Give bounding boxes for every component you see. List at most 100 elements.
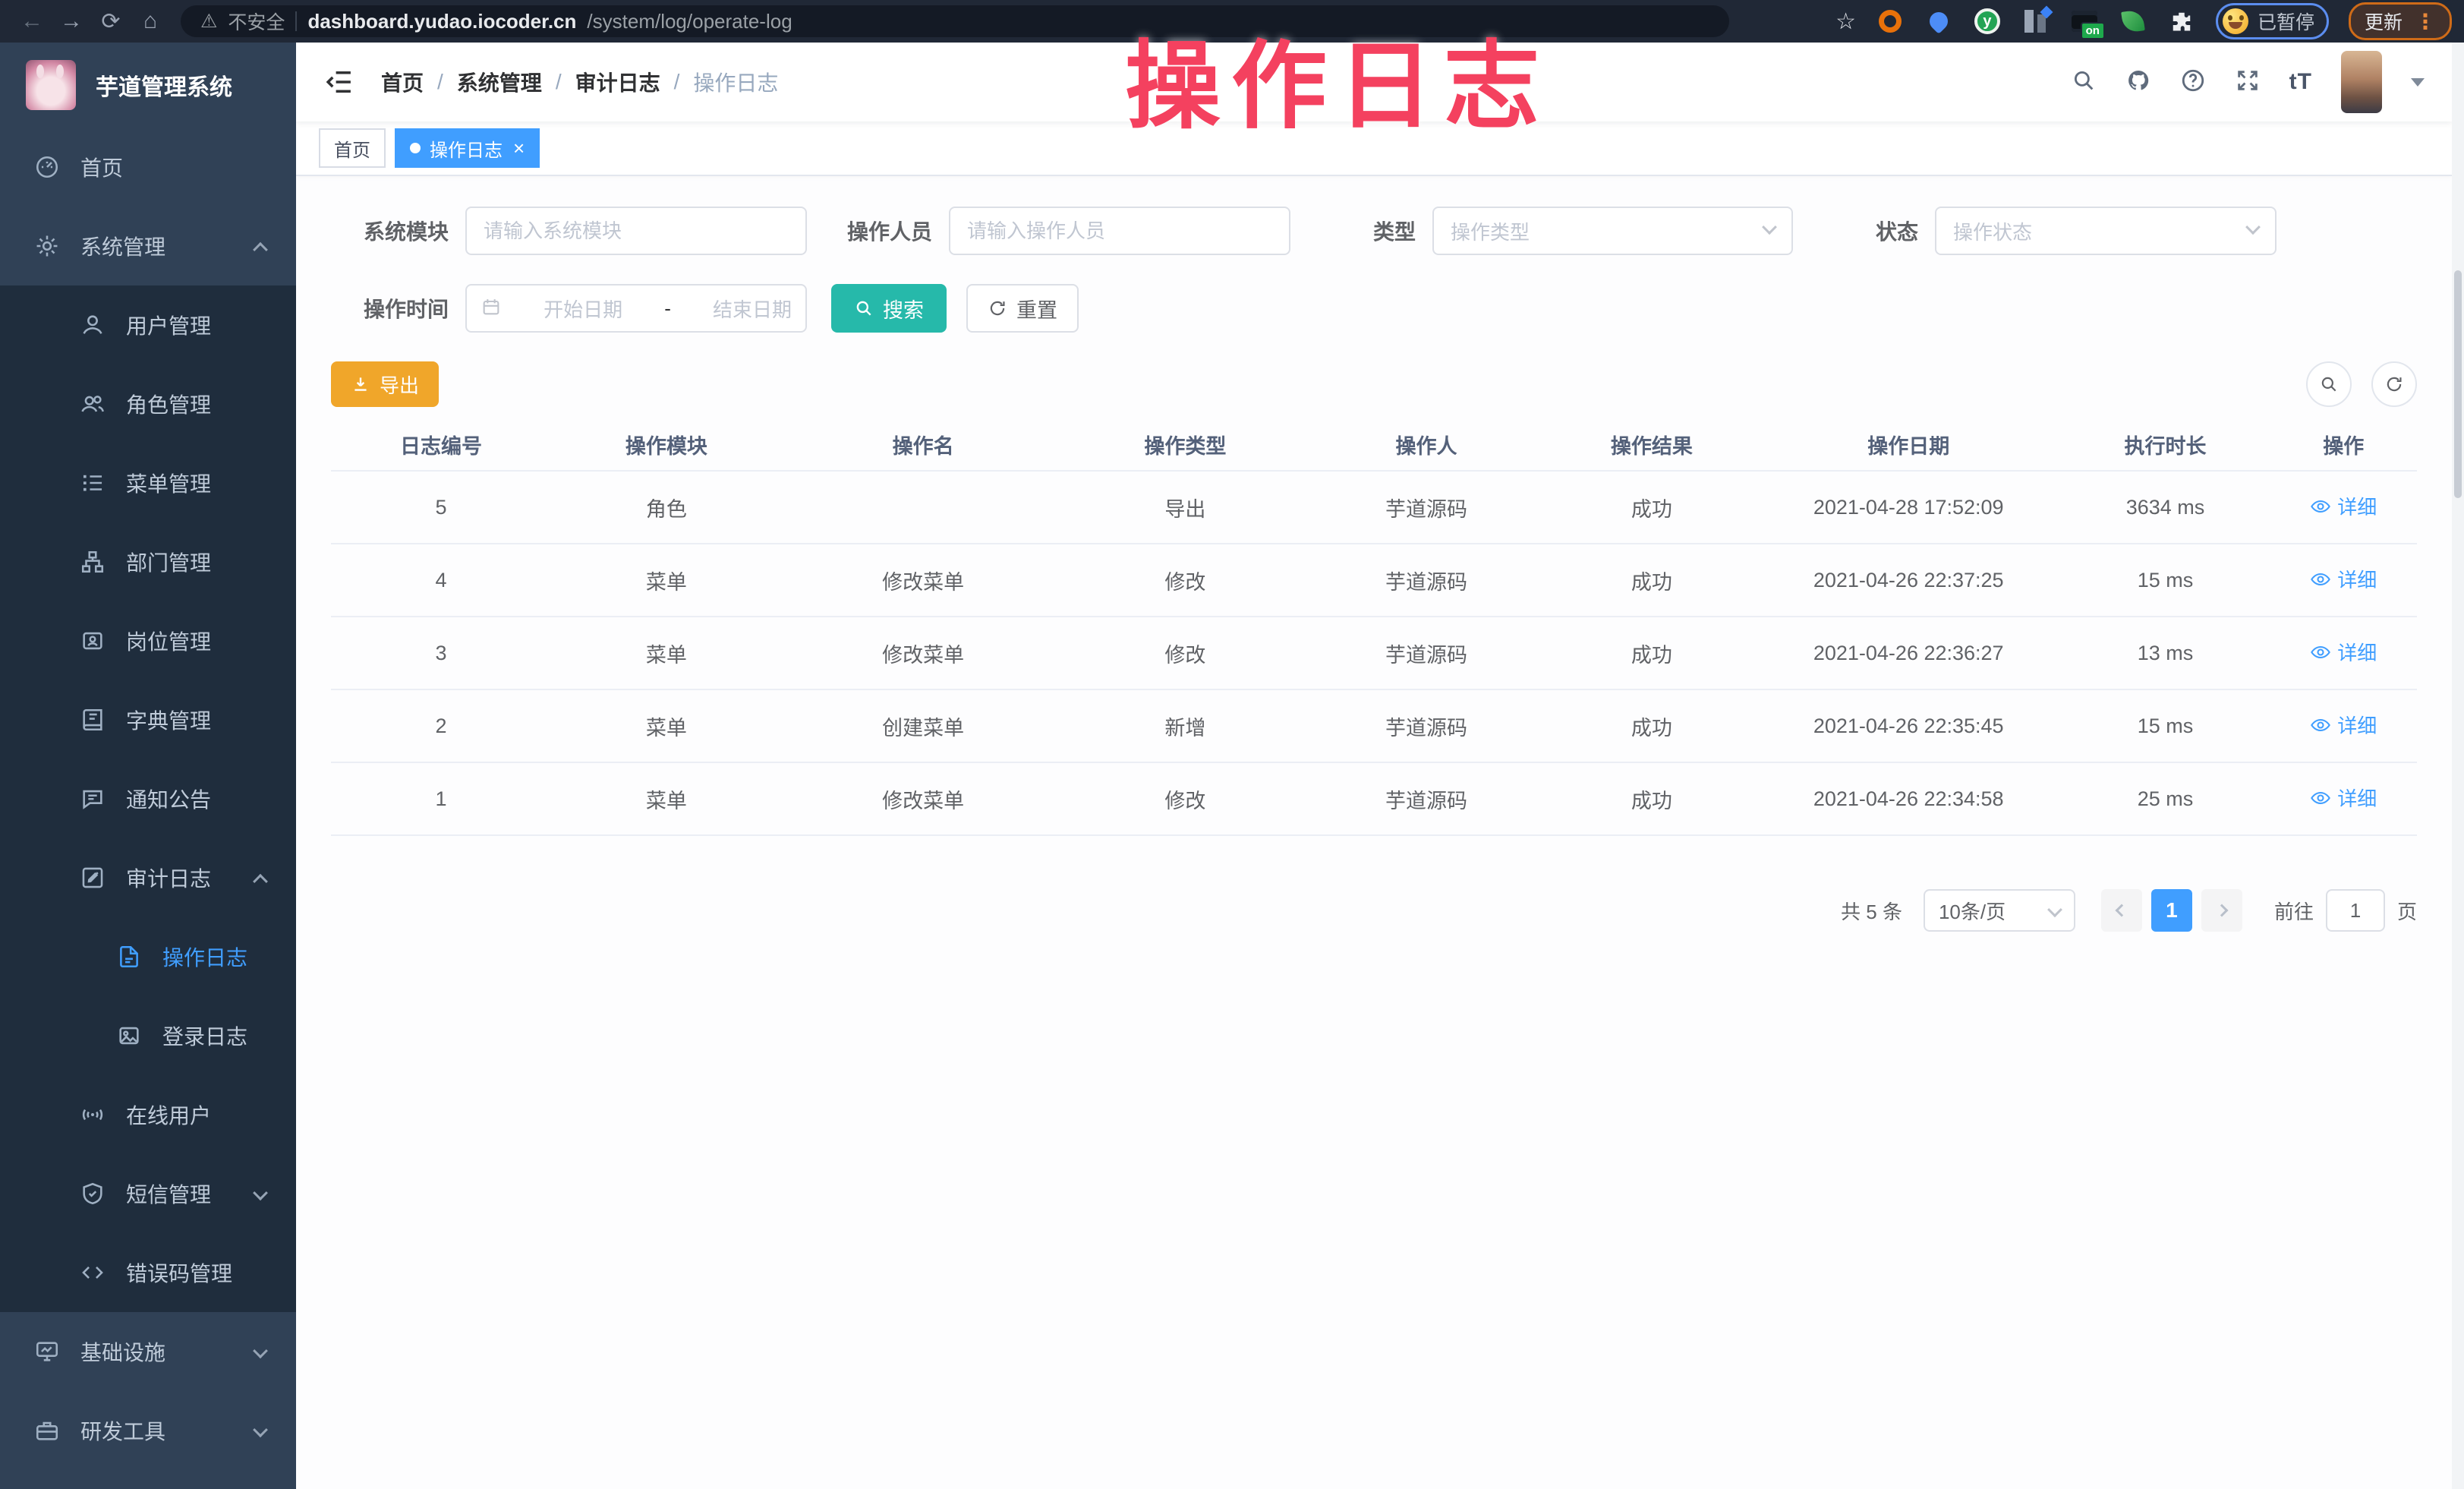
bookmark-star-icon[interactable]: ☆ xyxy=(1835,8,1856,35)
page-size-select[interactable]: 10条/页 xyxy=(1924,889,2075,932)
tag-label: 首页 xyxy=(334,135,370,162)
toolbar-right-buttons xyxy=(2306,361,2417,407)
next-page-button[interactable] xyxy=(2201,889,2242,932)
sidebar-item-notice[interactable]: 通知公告 xyxy=(0,759,296,838)
sidebar-menu: 首页 系统管理 用户管理 角色管理 xyxy=(0,128,296,1470)
browser-home-icon[interactable]: ⌂ xyxy=(131,8,170,34)
sidebar-item-label: 首页 xyxy=(80,152,123,182)
sidebar-item-operate-log[interactable]: 操作日志 xyxy=(0,917,296,996)
app-logo-row[interactable]: 芋道管理系统 xyxy=(0,43,296,128)
prev-page-button[interactable] xyxy=(2101,889,2142,932)
sidebar-item-login-log[interactable]: 登录日志 xyxy=(0,996,296,1075)
tag-label: 操作日志 xyxy=(430,135,503,162)
sidebar-item-system-management[interactable]: 系统管理 xyxy=(0,207,296,285)
chevron-down-icon xyxy=(255,1339,266,1364)
tag-operate-log[interactable]: 操作日志 × xyxy=(395,128,540,168)
sidebar-item-errorcode-management[interactable]: 错误码管理 xyxy=(0,1233,296,1312)
sidebar-item-label: 部门管理 xyxy=(126,547,211,577)
filter-status: 状态 操作状态 xyxy=(1801,207,2277,255)
breadcrumb-separator: / xyxy=(674,70,680,94)
sidebar-item-label: 系统管理 xyxy=(80,231,165,261)
detail-link[interactable]: 详细 xyxy=(2310,492,2377,520)
goto-page-input[interactable] xyxy=(2326,889,2385,932)
chevron-down-icon xyxy=(255,1181,266,1206)
id-card-icon xyxy=(79,627,106,655)
extension-switch-icon[interactable]: on xyxy=(2070,7,2099,36)
page-scrollbar[interactable] xyxy=(2452,43,2464,1489)
export-button[interactable]: 导出 xyxy=(331,361,439,407)
sidebar-item-sms-management[interactable]: 短信管理 xyxy=(0,1154,296,1233)
extension-paused-pill[interactable]: 已暂停 xyxy=(2216,3,2329,39)
close-icon[interactable]: × xyxy=(513,138,525,158)
col-header-duration: 执行时长 xyxy=(2060,419,2270,471)
date-range-picker[interactable]: 开始日期 - 结束日期 xyxy=(465,284,807,333)
breadcrumb-system[interactable]: 系统管理 xyxy=(457,67,542,97)
refresh-button[interactable] xyxy=(2371,361,2417,407)
time-label: 操作时间 xyxy=(331,293,449,323)
breadcrumb-separator: / xyxy=(556,70,562,94)
extension-ring-icon[interactable] xyxy=(1876,7,1905,36)
font-size-icon[interactable]: tT xyxy=(2289,69,2312,95)
breadcrumb-audit-log[interactable]: 审计日志 xyxy=(575,67,660,97)
sidebar-item-label: 错误码管理 xyxy=(126,1257,232,1288)
module-input[interactable] xyxy=(484,219,789,243)
extension-grid-icon[interactable] xyxy=(2021,7,2050,36)
sidebar: 芋道管理系统 首页 系统管理 用户管理 xyxy=(0,43,296,1489)
browser-update-button[interactable]: 更新 ⋮ xyxy=(2349,2,2452,40)
table-header-row: 日志编号 操作模块 操作名 操作类型 操作人 操作结果 操作日期 执行时长 操作 xyxy=(331,419,2417,471)
operator-input[interactable] xyxy=(967,219,1272,243)
col-header-module: 操作模块 xyxy=(551,419,782,471)
github-icon[interactable] xyxy=(2125,68,2151,97)
reset-button[interactable]: 重置 xyxy=(966,284,1079,333)
search-icon[interactable] xyxy=(2071,68,2097,97)
extension-green-icon[interactable]: y xyxy=(1973,7,2002,36)
browser-menu-icon[interactable]: ⋮ xyxy=(2415,9,2436,34)
sidebar-item-role-management[interactable]: 角色管理 xyxy=(0,364,296,443)
sidebar-item-online-users[interactable]: 在线用户 xyxy=(0,1075,296,1154)
browser-reload-icon[interactable]: ⟳ xyxy=(91,8,131,35)
sidebar-item-post-management[interactable]: 岗位管理 xyxy=(0,601,296,680)
toggle-search-button[interactable] xyxy=(2306,361,2352,407)
help-icon[interactable] xyxy=(2180,68,2206,97)
detail-link[interactable]: 详细 xyxy=(2310,565,2377,593)
avatar[interactable] xyxy=(2341,51,2382,113)
extension-puzzle-icon[interactable] xyxy=(2167,7,2196,36)
filter-type: 类型 操作类型 xyxy=(1298,207,1793,255)
briefcase-icon xyxy=(33,1417,61,1444)
operate-log-table: 日志编号 操作模块 操作名 操作类型 操作人 操作结果 操作日期 执行时长 操作… xyxy=(331,419,2417,836)
scrollbar-thumb[interactable] xyxy=(2454,270,2462,498)
filter-operator: 操作人员 xyxy=(815,207,1290,255)
sidebar-item-home[interactable]: 首页 xyxy=(0,128,296,207)
sidebar-item-dept-management[interactable]: 部门管理 xyxy=(0,522,296,601)
filter-time: 操作时间 开始日期 - 结束日期 xyxy=(331,284,807,333)
browser-back-icon[interactable]: ← xyxy=(12,8,52,34)
sidebar-item-user-management[interactable]: 用户管理 xyxy=(0,285,296,364)
goto-label: 前往 xyxy=(2274,897,2314,925)
org-tree-icon xyxy=(79,548,106,576)
sidebar-item-audit-log[interactable]: 审计日志 xyxy=(0,838,296,917)
not-secure-label[interactable]: 不安全 xyxy=(228,8,285,35)
sidebar-item-menu-management[interactable]: 菜单管理 xyxy=(0,443,296,522)
type-select[interactable]: 操作类型 xyxy=(1432,207,1793,255)
caret-down-icon[interactable] xyxy=(2411,78,2425,87)
tag-home[interactable]: 首页 xyxy=(319,128,386,168)
sidebar-item-dict-management[interactable]: 字典管理 xyxy=(0,680,296,759)
file-text-icon xyxy=(115,943,143,970)
current-page-button[interactable]: 1 xyxy=(2151,889,2192,932)
breadcrumb-home[interactable]: 首页 xyxy=(381,67,424,97)
detail-link[interactable]: 详细 xyxy=(2310,711,2377,739)
filter-row-1: 系统模块 操作人员 类型 操作类型 状态 操作状态 xyxy=(331,207,2417,255)
hamburger-icon[interactable] xyxy=(323,66,355,98)
detail-link[interactable]: 详细 xyxy=(2310,638,2377,666)
browser-forward-icon[interactable]: → xyxy=(52,8,91,34)
col-header-date: 操作日期 xyxy=(1757,419,2060,471)
sidebar-item-dev-tools[interactable]: 研发工具 xyxy=(0,1391,296,1470)
fullscreen-icon[interactable] xyxy=(2235,68,2261,97)
app-logo-image xyxy=(26,60,76,110)
extension-drop-icon[interactable] xyxy=(1924,7,1953,36)
detail-link[interactable]: 详细 xyxy=(2310,784,2377,812)
sidebar-item-infrastructure[interactable]: 基础设施 xyxy=(0,1312,296,1391)
search-button[interactable]: 搜索 xyxy=(831,284,947,333)
extension-leaf-icon[interactable] xyxy=(2119,7,2147,36)
status-select[interactable]: 操作状态 xyxy=(1935,207,2277,255)
